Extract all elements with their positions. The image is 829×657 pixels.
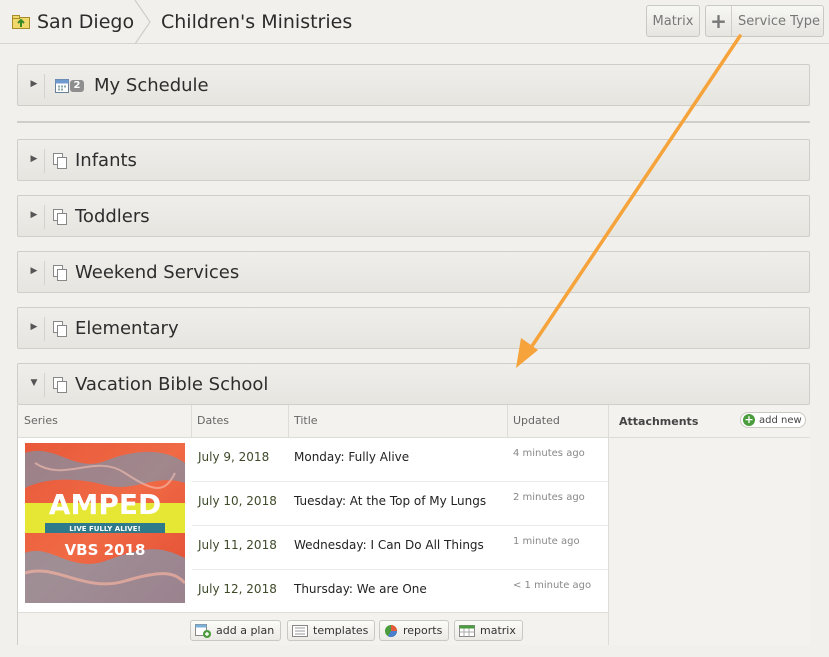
panel-weekend-services[interactable]: ▶ Weekend Services xyxy=(17,251,810,293)
header-series: Series xyxy=(24,414,58,427)
row-updated: 1 minute ago xyxy=(513,536,580,547)
divider xyxy=(44,373,45,397)
reports-label: reports xyxy=(403,624,443,637)
my-schedule-title: My Schedule xyxy=(94,75,209,96)
folder-copy-icon xyxy=(53,209,67,225)
add-plan-icon xyxy=(195,623,211,638)
divider xyxy=(44,317,45,341)
table-row[interactable]: July 11, 2018 Wednesday: I Can Do All Th… xyxy=(192,526,608,570)
column-divider xyxy=(507,405,508,438)
breadcrumb-home-label: San Diego xyxy=(37,11,135,33)
collapse-triangle-icon[interactable]: ▼ xyxy=(28,378,40,388)
add-new-label: add new xyxy=(759,414,802,426)
row-updated: 2 minutes ago xyxy=(513,492,585,503)
table-header: Series Dates Title Updated xyxy=(18,405,608,438)
row-title[interactable]: Wednesday: I Can Do All Things xyxy=(294,538,484,552)
add-attachment-button[interactable]: + add new xyxy=(740,412,806,428)
expand-triangle-icon[interactable]: ▶ xyxy=(28,154,40,164)
panel-toddlers[interactable]: ▶ Toddlers xyxy=(17,195,810,237)
matrix-button[interactable]: Matrix xyxy=(646,5,700,37)
series-artwork[interactable]: AMPED LIVE FULLY ALIVE! VBS 2018 xyxy=(25,443,185,603)
divider xyxy=(44,205,45,229)
expand-triangle-icon[interactable]: ▶ xyxy=(28,266,40,276)
folder-copy-icon xyxy=(53,377,67,393)
header-updated: Updated xyxy=(513,414,560,427)
folder-copy-icon xyxy=(53,265,67,281)
service-type-label: Service Type xyxy=(738,13,821,29)
add-plan-button[interactable]: add a plan xyxy=(190,620,282,641)
row-date: July 12, 2018 xyxy=(198,582,277,596)
header-dates: Dates xyxy=(197,414,230,427)
panel-title: Weekend Services xyxy=(75,262,240,283)
table-row[interactable]: July 10, 2018 Tuesday: At the Top of My … xyxy=(192,482,608,526)
my-schedule-panel[interactable]: ▶ 2 My Schedule xyxy=(17,64,810,106)
series-art-year: VBS 2018 xyxy=(65,541,146,559)
row-title[interactable]: Monday: Fully Alive xyxy=(294,450,409,464)
vbs-plans-table: Series Dates Title Updated AMPED LIVE FU… xyxy=(17,405,810,645)
table-row[interactable]: July 12, 2018 Thursday: We are One < 1 m… xyxy=(192,570,608,614)
panel-elementary[interactable]: ▶ Elementary xyxy=(17,307,810,349)
panel-infants[interactable]: ▶ Infants xyxy=(17,139,810,181)
templates-button[interactable]: templates xyxy=(287,620,376,641)
series-art-subtitle: LIVE FULLY ALIVE! xyxy=(69,525,140,533)
header-title: Title xyxy=(294,414,318,427)
plus-icon: + xyxy=(706,6,732,36)
panel-vacation-bible-school[interactable]: ▼ Vacation Bible School xyxy=(17,363,810,405)
matrix-icon xyxy=(459,624,475,637)
reports-button[interactable]: reports xyxy=(379,620,450,641)
folder-copy-icon xyxy=(53,321,67,337)
panel-title: Vacation Bible School xyxy=(75,374,269,395)
pie-chart-icon xyxy=(385,624,397,637)
breadcrumb-home[interactable]: San Diego xyxy=(12,9,134,35)
column-divider xyxy=(288,405,289,438)
divider xyxy=(44,261,45,285)
breadcrumb-current: Children's Ministries xyxy=(161,11,353,33)
add-plan-label: add a plan xyxy=(216,624,275,637)
row-updated: < 1 minute ago xyxy=(513,580,592,591)
expand-triangle-icon[interactable]: ▶ xyxy=(28,79,40,89)
series-art-title: AMPED xyxy=(49,488,161,521)
templates-label: templates xyxy=(313,624,369,637)
section-divider xyxy=(17,121,810,123)
templates-icon xyxy=(292,624,308,637)
panel-title: Toddlers xyxy=(75,206,150,227)
row-date: July 9, 2018 xyxy=(198,450,270,464)
panel-title: Elementary xyxy=(75,318,179,339)
plan-actions-bar: add a plan templates reports matrix xyxy=(18,612,608,645)
row-title[interactable]: Tuesday: At the Top of My Lungs xyxy=(294,494,486,508)
attachments-label: Attachments xyxy=(619,415,699,428)
row-title[interactable]: Thursday: We are One xyxy=(294,582,427,596)
expand-triangle-icon[interactable]: ▶ xyxy=(28,210,40,220)
folder-up-icon xyxy=(12,15,30,29)
add-service-type-button[interactable]: + Service Type xyxy=(705,5,824,37)
folder-copy-icon xyxy=(53,153,67,169)
attachments-panel: Attachments + add new xyxy=(608,405,810,645)
row-updated: 4 minutes ago xyxy=(513,448,585,459)
panel-title: Infants xyxy=(75,150,137,171)
matrix-footer-button[interactable]: matrix xyxy=(454,620,523,641)
attachments-header: Attachments + add new xyxy=(609,405,810,438)
matrix-footer-label: matrix xyxy=(480,624,516,637)
table-row[interactable]: July 9, 2018 Monday: Fully Alive 4 minut… xyxy=(192,438,608,482)
divider xyxy=(44,74,45,98)
top-bar: San Diego Children's Ministries Matrix +… xyxy=(0,0,829,44)
schedule-count-badge: 2 xyxy=(73,80,81,91)
breadcrumb-separator xyxy=(134,0,151,44)
expand-triangle-icon[interactable]: ▶ xyxy=(28,322,40,332)
column-divider xyxy=(191,405,192,438)
row-date: July 10, 2018 xyxy=(198,494,277,508)
add-circle-icon: + xyxy=(743,413,755,426)
row-date: July 11, 2018 xyxy=(198,538,277,552)
divider xyxy=(44,149,45,173)
